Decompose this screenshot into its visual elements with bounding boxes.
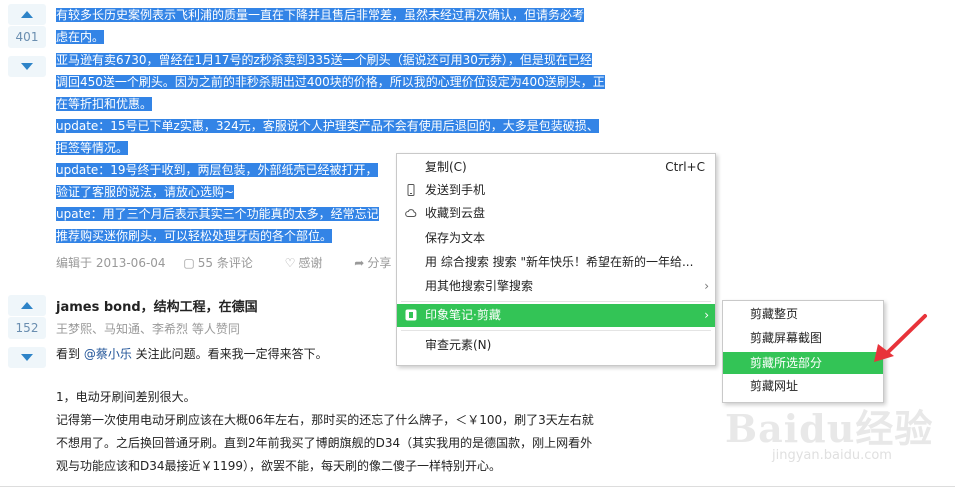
- answer-line: 虑在内。: [56, 30, 105, 44]
- upvote-button[interactable]: [8, 295, 46, 316]
- menu-separator: [401, 301, 711, 302]
- answer-line: 推荐购买迷你刷头，可以轻松处理牙齿的各个部位。: [56, 229, 333, 243]
- answer-line: upate：用了三个月后表示其实三个功能真的太多，经常忘记: [56, 207, 379, 221]
- evernote-icon: [405, 309, 417, 321]
- share-icon: ➦: [354, 256, 365, 270]
- heart-icon: ♡: [284, 256, 296, 270]
- answer-line: 看到 @蔡小乐 关注此问题。看来我一定得来答下。: [56, 347, 328, 361]
- menu-item-other-search[interactable]: 用其他搜索引擎搜索 ›: [397, 275, 715, 298]
- answer-line: 1，电动牙刷间差别很大。: [56, 390, 196, 404]
- cloud-icon: [405, 209, 417, 217]
- answer-line: update：15号已下单z实惠，324元，客服说个人护理类产品不会有使用后退回…: [56, 119, 599, 133]
- menu-item-evernote-clip[interactable]: 印象笔记·剪藏 ›: [397, 304, 715, 327]
- menu-item-copy[interactable]: 复制(C) Ctrl+C: [397, 156, 715, 179]
- submenu-clip-full-page[interactable]: 剪藏整页: [723, 303, 883, 325]
- answer-line: 记得第一次使用电动牙刷应该在大概06年左右，那时买的还忘了什么牌子，＜￥100，…: [56, 413, 594, 427]
- baidu-watermark-logo: Baidu经验: [725, 406, 934, 451]
- vote-count: 152: [8, 317, 46, 339]
- answer-line: 观与功能应该和D34最接近￥1199），欲罢不能，每天刷的像二傻子一样特别开心。: [56, 459, 502, 473]
- comments-link[interactable]: ▢ 55 条评论: [183, 256, 266, 270]
- chevron-right-icon: ›: [704, 308, 709, 322]
- answer-line: 拒签等情况。: [56, 141, 129, 155]
- answer-line: 调回450送一个刷头。因为之前的非秒杀期出过400块的价格，所以我的心理价位设定…: [56, 75, 605, 89]
- divider: [0, 486, 955, 487]
- answer-line: 验证了客服的说法，请放心选购~: [56, 185, 235, 199]
- upvote-button[interactable]: [8, 4, 46, 25]
- menu-item-send-to-phone[interactable]: 发送到手机: [397, 179, 715, 202]
- answer-line: 在等折扣和优惠。: [56, 97, 153, 111]
- menu-item-search[interactable]: 用 综合搜索 搜索 "新年快乐！希望在新的一年给...: [397, 251, 715, 274]
- phone-icon: [407, 184, 415, 196]
- chevron-right-icon: ›: [704, 279, 709, 293]
- mention-link[interactable]: @蔡小乐: [84, 347, 132, 361]
- submenu-clip-screenshot[interactable]: 剪藏屏幕截图: [723, 327, 883, 349]
- answer-author[interactable]: james bond，结构工程，在德国: [56, 296, 258, 315]
- comment-icon: ▢: [183, 256, 195, 270]
- vote-block-answer1: 401: [8, 4, 46, 77]
- copy-shortcut: Ctrl+C: [665, 160, 705, 174]
- voters-list[interactable]: 王梦熙、马知通、李希烈 等人赞同: [56, 320, 240, 337]
- vote-count: 401: [8, 26, 46, 48]
- clip-submenu: 剪藏整页 剪藏屏幕截图 剪藏所选部分 剪藏网址: [722, 300, 884, 403]
- downvote-button[interactable]: [8, 347, 46, 368]
- menu-separator: [401, 330, 711, 331]
- menu-item-save-as-text[interactable]: 保存为文本: [397, 227, 715, 250]
- thanks-link[interactable]: ♡ 感谢: [285, 256, 337, 270]
- submenu-clip-url[interactable]: 剪藏网址: [723, 375, 883, 397]
- answer-line: 不想用了。之后换回普通牙刷。直到2年前我买了博朗旗舰的D34（其实我用的是德国款…: [56, 436, 593, 450]
- red-arrow-annotation: [874, 314, 927, 362]
- answer-line: 有较多长历史案例表示飞利浦的质量一直在下降并且售后非常差，虽然未经过再次确认，但…: [56, 8, 585, 22]
- answer-line: 亚马逊有卖6730，曾经在1月17号的z秒杀卖到335送一个刷头（据说还可用30…: [56, 53, 592, 67]
- vote-block-answer2: 152: [8, 295, 46, 368]
- context-menu: 复制(C) Ctrl+C 发送到手机 收藏到云盘 保存为文本 用 综合搜索 搜索…: [396, 153, 716, 366]
- watermark-url: jingyan.baidu.com: [772, 448, 892, 463]
- downvote-button[interactable]: [8, 56, 46, 77]
- edited-date[interactable]: 编辑于 2013-06-04: [56, 256, 166, 270]
- answer-line: update：19号终于收到，两层包装，外部纸壳已经被打开，: [56, 163, 378, 177]
- submenu-clip-selection[interactable]: 剪藏所选部分: [723, 352, 883, 374]
- menu-item-inspect[interactable]: 审查元素(N): [397, 334, 715, 357]
- menu-item-save-to-cloud[interactable]: 收藏到云盘: [397, 202, 715, 225]
